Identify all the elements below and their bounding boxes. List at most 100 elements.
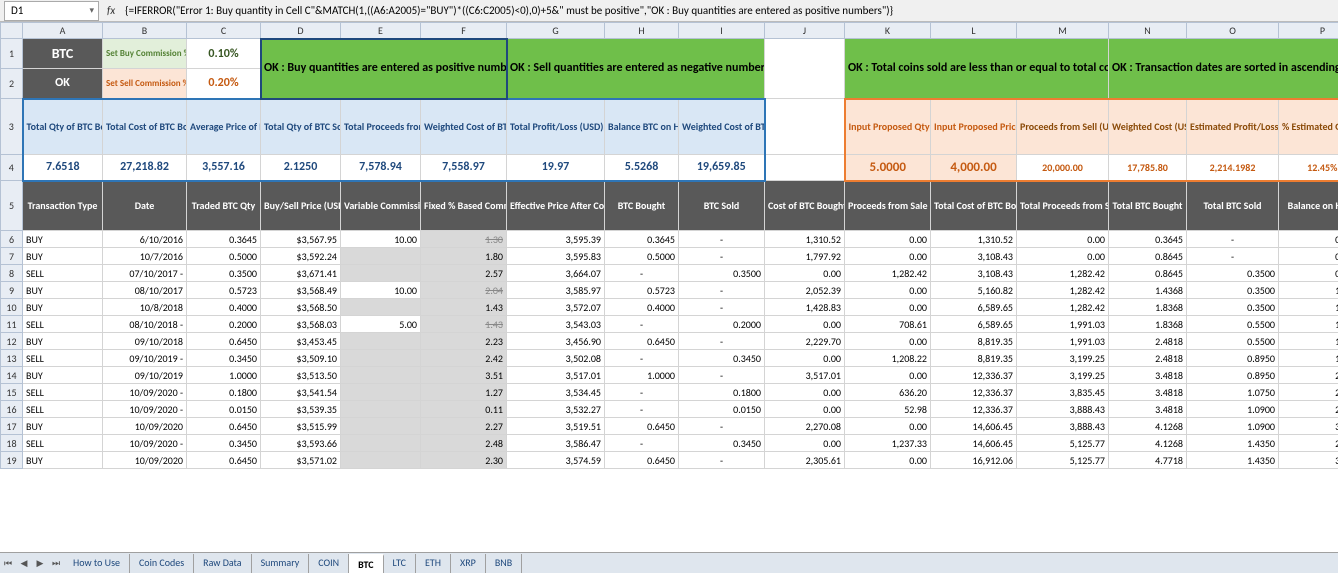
data-cell[interactable]: 3.4818 [1109,367,1187,384]
data-cell[interactable]: 1.80 [421,248,507,265]
data-cell[interactable]: 3.4818 [1109,401,1187,418]
data-cell[interactable]: 10/09/2020 - [103,435,187,452]
data-cell[interactable]: 0.8950 [1187,367,1279,384]
data-cell[interactable]: 0.00 [845,231,931,248]
data-cell[interactable]: 0.00 [1017,248,1109,265]
data-cell[interactable]: 10.00 [341,282,421,299]
data-cell[interactable]: 2.4818 [1109,333,1187,350]
data-cell[interactable]: 1.27 [421,384,507,401]
data-cell[interactable]: 1.0750 [1187,384,1279,401]
data-cell[interactable]: 1.8368 [1109,316,1187,333]
data-cell[interactable]: 10/7/2016 [103,248,187,265]
data-cell[interactable]: 0.00 [845,367,931,384]
data-cell[interactable]: 0.1800 [187,384,261,401]
sheet-tab-coin[interactable]: COIN [309,554,349,573]
sheet-tab-ltc[interactable]: LTC [384,554,416,573]
data-cell[interactable]: 0.6450 [605,452,679,469]
data-cell[interactable]: $3,513.50 [261,367,341,384]
data-cell[interactable]: BUY [23,231,103,248]
data-cell[interactable]: 0.5500 [1187,316,1279,333]
data-cell[interactable]: - [605,435,679,452]
data-cell[interactable]: 2.4068 [1279,384,1338,401]
data-cell[interactable]: 10/09/2020 [103,452,187,469]
data-cell[interactable]: 2.4818 [1109,350,1187,367]
data-cell[interactable]: 6,589.65 [931,316,1017,333]
data-cell[interactable]: 1.2868 [1279,316,1338,333]
data-cell[interactable]: 0.5000 [605,248,679,265]
data-cell[interactable]: - [605,401,679,418]
data-cell[interactable]: 16,912.06 [931,452,1017,469]
data-cell[interactable]: - [679,452,765,469]
data-cell[interactable]: 0.3500 [679,265,765,282]
data-cell[interactable]: 12,336.37 [931,367,1017,384]
data-cell[interactable]: 14,606.45 [931,418,1017,435]
data-cell[interactable]: SELL [23,384,103,401]
data-cell[interactable]: 0.6450 [187,452,261,469]
data-cell[interactable]: 1.43 [421,299,507,316]
data-cell[interactable]: 09/10/2018 [103,333,187,350]
data-cell[interactable]: 0.8645 [1279,248,1338,265]
data-cell[interactable]: 1.0000 [605,367,679,384]
data-cell[interactable]: $3,571.02 [261,452,341,469]
data-cell[interactable]: 0.3645 [1109,231,1187,248]
data-cell[interactable]: 0.8645 [1109,265,1187,282]
data-cell[interactable]: 0.3500 [1187,265,1279,282]
data-cell[interactable]: 1,310.52 [765,231,845,248]
data-cell[interactable]: 0.00 [845,299,931,316]
data-cell[interactable]: 0.2000 [679,316,765,333]
data-cell[interactable]: 3.0368 [1279,418,1338,435]
data-cell[interactable]: - [605,350,679,367]
sheet-tab-xrp[interactable]: XRP [451,554,486,573]
data-cell[interactable]: - [679,282,765,299]
data-cell[interactable]: 0.5500 [1187,333,1279,350]
data-cell[interactable]: 0.00 [765,350,845,367]
data-cell[interactable]: 1.43 [421,316,507,333]
data-cell[interactable]: 1.8368 [1109,299,1187,316]
data-cell[interactable]: 52.98 [845,401,931,418]
data-cell[interactable]: 0.3645 [605,231,679,248]
data-cell[interactable]: - [1187,231,1279,248]
data-cell[interactable]: 1,991.03 [1017,316,1109,333]
data-cell[interactable]: 4.1268 [1109,435,1187,452]
data-cell[interactable]: 1,282.42 [845,265,931,282]
data-cell[interactable]: 3,572.07 [507,299,605,316]
tab-nav-last[interactable]: ⏭ [48,558,64,569]
data-cell[interactable]: 3,108.43 [931,265,1017,282]
data-cell[interactable]: 0.1800 [679,384,765,401]
data-cell[interactable]: 09/10/2019 - [103,350,187,367]
tab-nav-next[interactable]: ▶ [32,558,48,569]
data-cell[interactable]: $3,568.03 [261,316,341,333]
data-cell[interactable]: 10/09/2020 [103,418,187,435]
data-cell[interactable]: - [605,265,679,282]
data-cell[interactable]: 0.00 [765,265,845,282]
data-cell[interactable]: BUY [23,452,103,469]
data-cell[interactable]: 5,125.77 [1017,452,1109,469]
data-cell[interactable]: 0.0150 [679,401,765,418]
data-cell[interactable]: 8,819.35 [931,350,1017,367]
data-cell[interactable] [341,265,421,282]
data-cell[interactable]: 0.3500 [187,265,261,282]
data-cell[interactable]: 3,199.25 [1017,350,1109,367]
data-cell[interactable]: - [605,384,679,401]
data-cell[interactable] [341,401,421,418]
data-cell[interactable]: 0.3645 [187,231,261,248]
data-cell[interactable]: 0.3500 [1187,299,1279,316]
data-cell[interactable]: 3.4818 [1109,384,1187,401]
data-cell[interactable]: 0.6450 [605,333,679,350]
formula-input[interactable]: {=IFERROR("Error 1: Buy quantity in Cell… [121,4,1021,17]
data-cell[interactable]: 2.6918 [1279,435,1338,452]
data-cell[interactable] [341,435,421,452]
data-cell[interactable]: 2.04 [421,282,507,299]
data-cell[interactable]: BUY [23,333,103,350]
data-cell[interactable]: $3,539.35 [261,401,341,418]
data-cell[interactable]: 4.1268 [1109,418,1187,435]
data-cell[interactable]: 0.00 [845,418,931,435]
data-cell[interactable]: 1.4350 [1187,435,1279,452]
name-box[interactable]: D1 [4,1,99,21]
data-cell[interactable]: 0.11 [421,401,507,418]
data-cell[interactable]: 5,125.77 [1017,435,1109,452]
data-cell[interactable]: 0.5145 [1279,265,1338,282]
sheet-tab-summary[interactable]: Summary [252,554,310,573]
data-cell[interactable]: 0.3500 [1187,282,1279,299]
data-cell[interactable]: 12,336.37 [931,401,1017,418]
